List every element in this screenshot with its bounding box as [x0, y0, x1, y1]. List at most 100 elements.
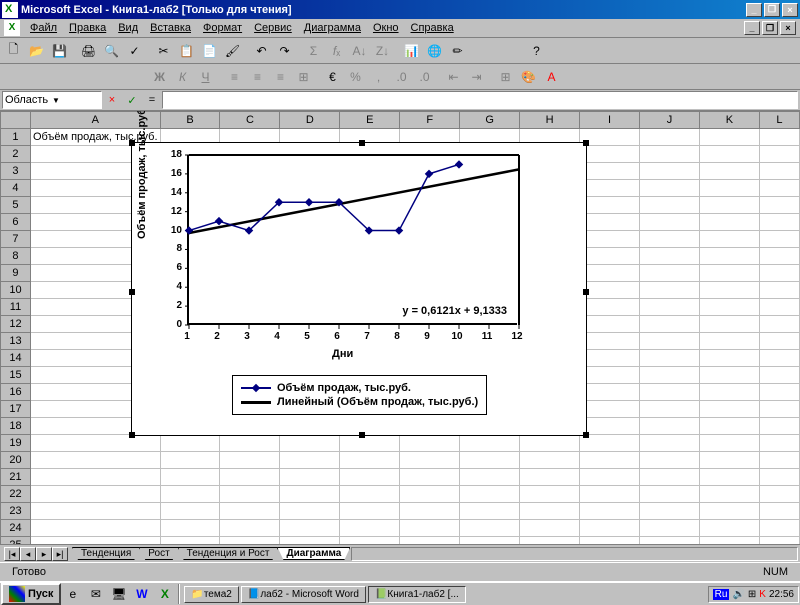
- cell[interactable]: [699, 384, 759, 401]
- row-header[interactable]: 23: [1, 503, 31, 520]
- indent-dec-icon[interactable]: ⇤: [442, 66, 465, 88]
- cell[interactable]: [759, 282, 799, 299]
- cell[interactable]: [580, 214, 640, 231]
- cell[interactable]: [759, 350, 799, 367]
- cell[interactable]: [520, 469, 580, 486]
- row-header[interactable]: 20: [1, 452, 31, 469]
- cell[interactable]: [520, 503, 580, 520]
- menu-help[interactable]: Справка: [405, 20, 460, 36]
- save-icon[interactable]: 💾: [48, 40, 71, 62]
- maximize-button[interactable]: ❐: [764, 3, 780, 17]
- cell[interactable]: [580, 299, 640, 316]
- row-header[interactable]: 2: [1, 146, 31, 163]
- sheet-tab[interactable]: Тенденция и Рост: [178, 547, 279, 560]
- cell[interactable]: [30, 486, 160, 503]
- cell[interactable]: [460, 452, 520, 469]
- h-scrollbar[interactable]: [351, 547, 798, 561]
- enter-icon[interactable]: ✓: [122, 94, 142, 107]
- cell[interactable]: [340, 537, 400, 545]
- formula-input[interactable]: [162, 91, 798, 109]
- cell[interactable]: [220, 537, 280, 545]
- cell[interactable]: [640, 537, 700, 545]
- cell[interactable]: [759, 197, 799, 214]
- menu-format[interactable]: Формат: [197, 20, 248, 36]
- row-header[interactable]: 7: [1, 231, 31, 248]
- cell[interactable]: [640, 248, 700, 265]
- col-header[interactable]: I: [580, 112, 640, 129]
- undo-icon[interactable]: ↶: [250, 40, 273, 62]
- cell[interactable]: [400, 435, 460, 452]
- tab-prev-icon[interactable]: ◂: [20, 547, 36, 561]
- cell[interactable]: [759, 146, 799, 163]
- cell[interactable]: [759, 180, 799, 197]
- cell[interactable]: [640, 299, 700, 316]
- cell[interactable]: [340, 435, 400, 452]
- cell[interactable]: [580, 469, 640, 486]
- cell[interactable]: [280, 520, 340, 537]
- cell[interactable]: [640, 486, 700, 503]
- cell[interactable]: [30, 435, 160, 452]
- row-header[interactable]: 17: [1, 401, 31, 418]
- format-painter-icon[interactable]: 🖌: [221, 40, 244, 62]
- ie-icon[interactable]: e: [61, 584, 84, 604]
- cell[interactable]: [699, 299, 759, 316]
- col-header[interactable]: L: [759, 112, 799, 129]
- cell[interactable]: [759, 401, 799, 418]
- row-header[interactable]: 9: [1, 265, 31, 282]
- cell[interactable]: [699, 435, 759, 452]
- cell[interactable]: [759, 214, 799, 231]
- borders-icon[interactable]: ⊞: [494, 66, 517, 88]
- cell[interactable]: [640, 265, 700, 282]
- cell[interactable]: [580, 265, 640, 282]
- cell[interactable]: [699, 180, 759, 197]
- tab-next-icon[interactable]: ▸: [36, 547, 52, 561]
- cell[interactable]: [759, 486, 799, 503]
- cell[interactable]: [580, 180, 640, 197]
- cell[interactable]: [220, 452, 280, 469]
- row-header[interactable]: 15: [1, 367, 31, 384]
- cell[interactable]: [699, 163, 759, 180]
- cell[interactable]: [699, 537, 759, 545]
- row-header[interactable]: 18: [1, 418, 31, 435]
- cell[interactable]: [759, 384, 799, 401]
- tab-first-icon[interactable]: |◂: [4, 547, 20, 561]
- cell[interactable]: [640, 435, 700, 452]
- tray-icon[interactable]: ⊞: [748, 589, 756, 600]
- cell[interactable]: [580, 248, 640, 265]
- cell[interactable]: [640, 503, 700, 520]
- cell[interactable]: [580, 520, 640, 537]
- cell[interactable]: [699, 265, 759, 282]
- cell[interactable]: [340, 503, 400, 520]
- cell[interactable]: [759, 367, 799, 384]
- cancel-icon[interactable]: ×: [102, 94, 122, 106]
- cell[interactable]: [759, 231, 799, 248]
- cell[interactable]: [759, 452, 799, 469]
- cell[interactable]: [699, 316, 759, 333]
- cell[interactable]: [699, 197, 759, 214]
- cell[interactable]: [460, 435, 520, 452]
- cell[interactable]: [340, 486, 400, 503]
- size-box[interactable]: [102, 66, 142, 88]
- cell[interactable]: [759, 469, 799, 486]
- cell[interactable]: [699, 367, 759, 384]
- lang-indicator[interactable]: Ru: [713, 589, 730, 600]
- print-icon[interactable]: 🖨: [77, 40, 100, 62]
- spell-icon[interactable]: ✓: [123, 40, 146, 62]
- align-center-icon[interactable]: ≡: [246, 66, 269, 88]
- cell[interactable]: [30, 452, 160, 469]
- col-header[interactable]: G: [460, 112, 520, 129]
- new-icon[interactable]: 🗋: [2, 40, 25, 62]
- redo-icon[interactable]: ↷: [273, 40, 296, 62]
- cell[interactable]: [30, 469, 160, 486]
- cell[interactable]: [580, 316, 640, 333]
- cell[interactable]: [460, 520, 520, 537]
- cell[interactable]: [460, 537, 520, 545]
- cell[interactable]: [640, 401, 700, 418]
- currency-icon[interactable]: €: [321, 66, 344, 88]
- cell[interactable]: [280, 452, 340, 469]
- cell[interactable]: [699, 146, 759, 163]
- cell[interactable]: [580, 384, 640, 401]
- menu-view[interactable]: Вид: [112, 20, 144, 36]
- percent-icon[interactable]: %: [344, 66, 367, 88]
- cell[interactable]: [160, 537, 220, 545]
